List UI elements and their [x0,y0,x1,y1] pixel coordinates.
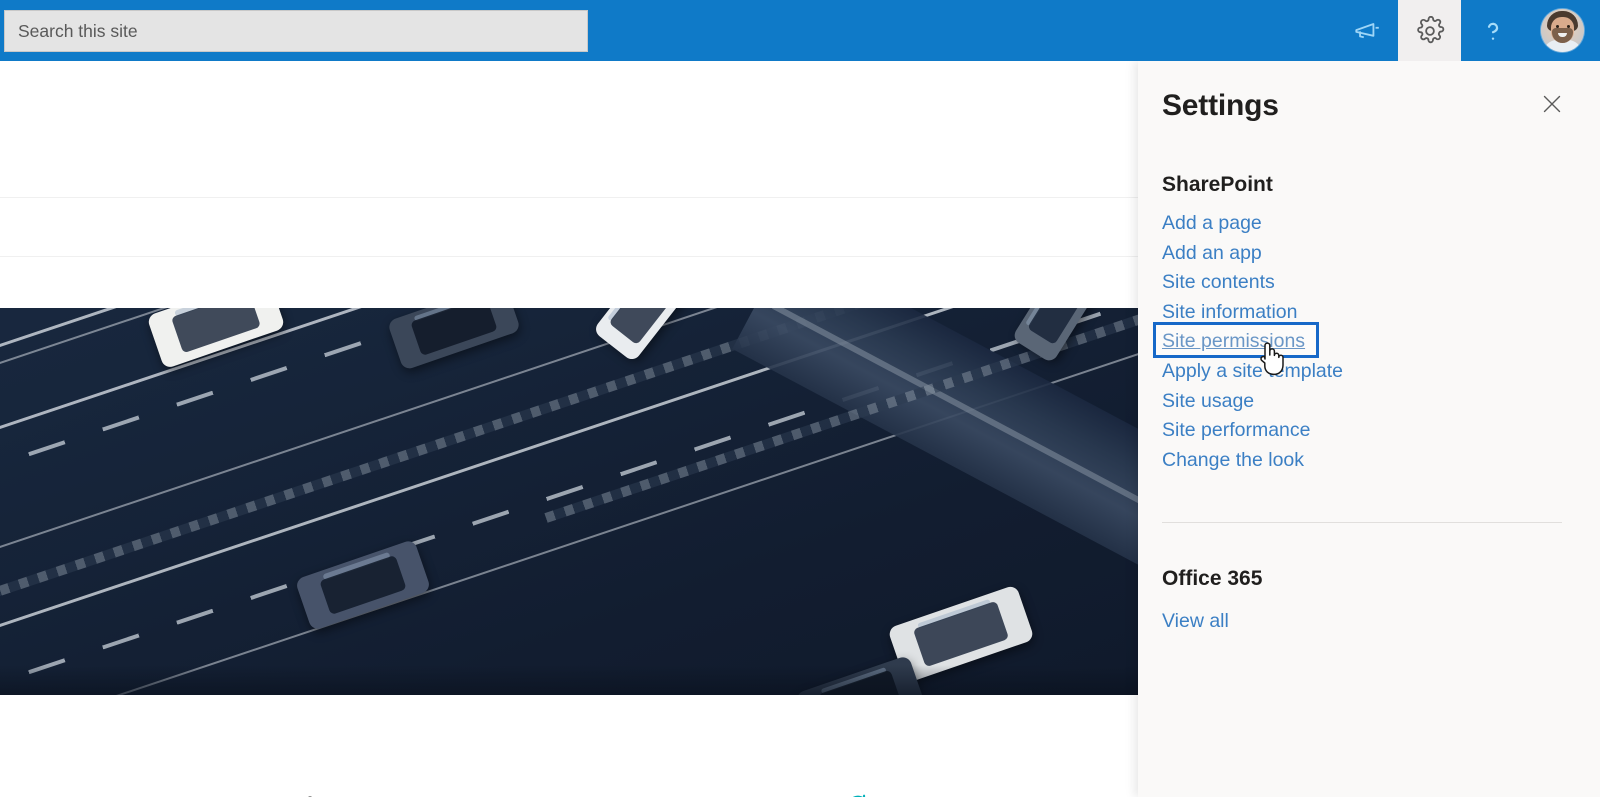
settings-panel: Settings SharePoint Add a page Add an ap… [1138,61,1600,797]
announcements-button[interactable] [1335,0,1398,61]
link-site-usage[interactable]: Site usage [1162,387,1562,417]
search-box[interactable] [4,10,588,52]
sharepoint-site-page: Upcoming Past Sync calendar [0,0,1600,797]
events-toolbar: Upcoming Past Sync calendar [0,756,1138,797]
close-button[interactable] [1534,88,1570,124]
search-input[interactable] [18,20,574,42]
link-view-all[interactable]: View all [1162,610,1229,633]
link-apply-a-site-template[interactable]: Apply a site template [1162,357,1562,387]
content-divider-top [0,197,1138,198]
question-mark-icon [1478,16,1508,46]
link-add-a-page[interactable]: Add a page [1162,209,1562,239]
user-menu-button[interactable] [1524,0,1600,61]
megaphone-icon [1352,16,1382,46]
link-site-contents[interactable]: Site contents [1162,268,1562,298]
link-row-highlighted: Site permissions [1153,322,1562,359]
suite-actions [1335,0,1600,61]
suite-bar [0,0,1600,61]
page-content-area: Upcoming Past Sync calendar [0,61,1138,797]
close-icon [1541,93,1563,120]
link-site-performance[interactable]: Site performance [1162,416,1562,446]
panel-section-divider [1162,522,1562,523]
sharepoint-links-list: Add a page Add an app Site contents Site… [1153,209,1562,476]
link-row: Site performance [1162,416,1562,446]
settings-button[interactable] [1398,0,1461,61]
group-heading-sharepoint: SharePoint [1162,173,1273,196]
link-row: Apply a site template [1162,357,1562,387]
link-row: Add a page [1162,209,1562,239]
link-change-the-look[interactable]: Change the look [1162,446,1562,476]
hero-bottom-fade [0,665,1138,695]
link-row: Site contents [1162,268,1562,298]
link-row: Site information [1162,298,1562,328]
link-add-an-app[interactable]: Add an app [1162,239,1562,269]
avatar [1540,9,1584,52]
content-divider-bottom [0,256,1138,257]
link-row: Add an app [1162,239,1562,269]
sync-calendar-button[interactable]: Sync calendar [845,793,1010,797]
link-site-information[interactable]: Site information [1162,298,1562,328]
help-button[interactable] [1461,0,1524,61]
gear-icon [1415,15,1445,46]
link-row: Site usage [1162,387,1562,417]
hero-banner-image [0,308,1138,695]
link-site-permissions[interactable]: Site permissions [1162,327,1562,357]
panel-title: Settings [1162,89,1279,122]
group-heading-office365: Office 365 [1162,567,1263,590]
link-row: Change the look [1162,446,1562,476]
refresh-sync-icon [845,793,871,797]
